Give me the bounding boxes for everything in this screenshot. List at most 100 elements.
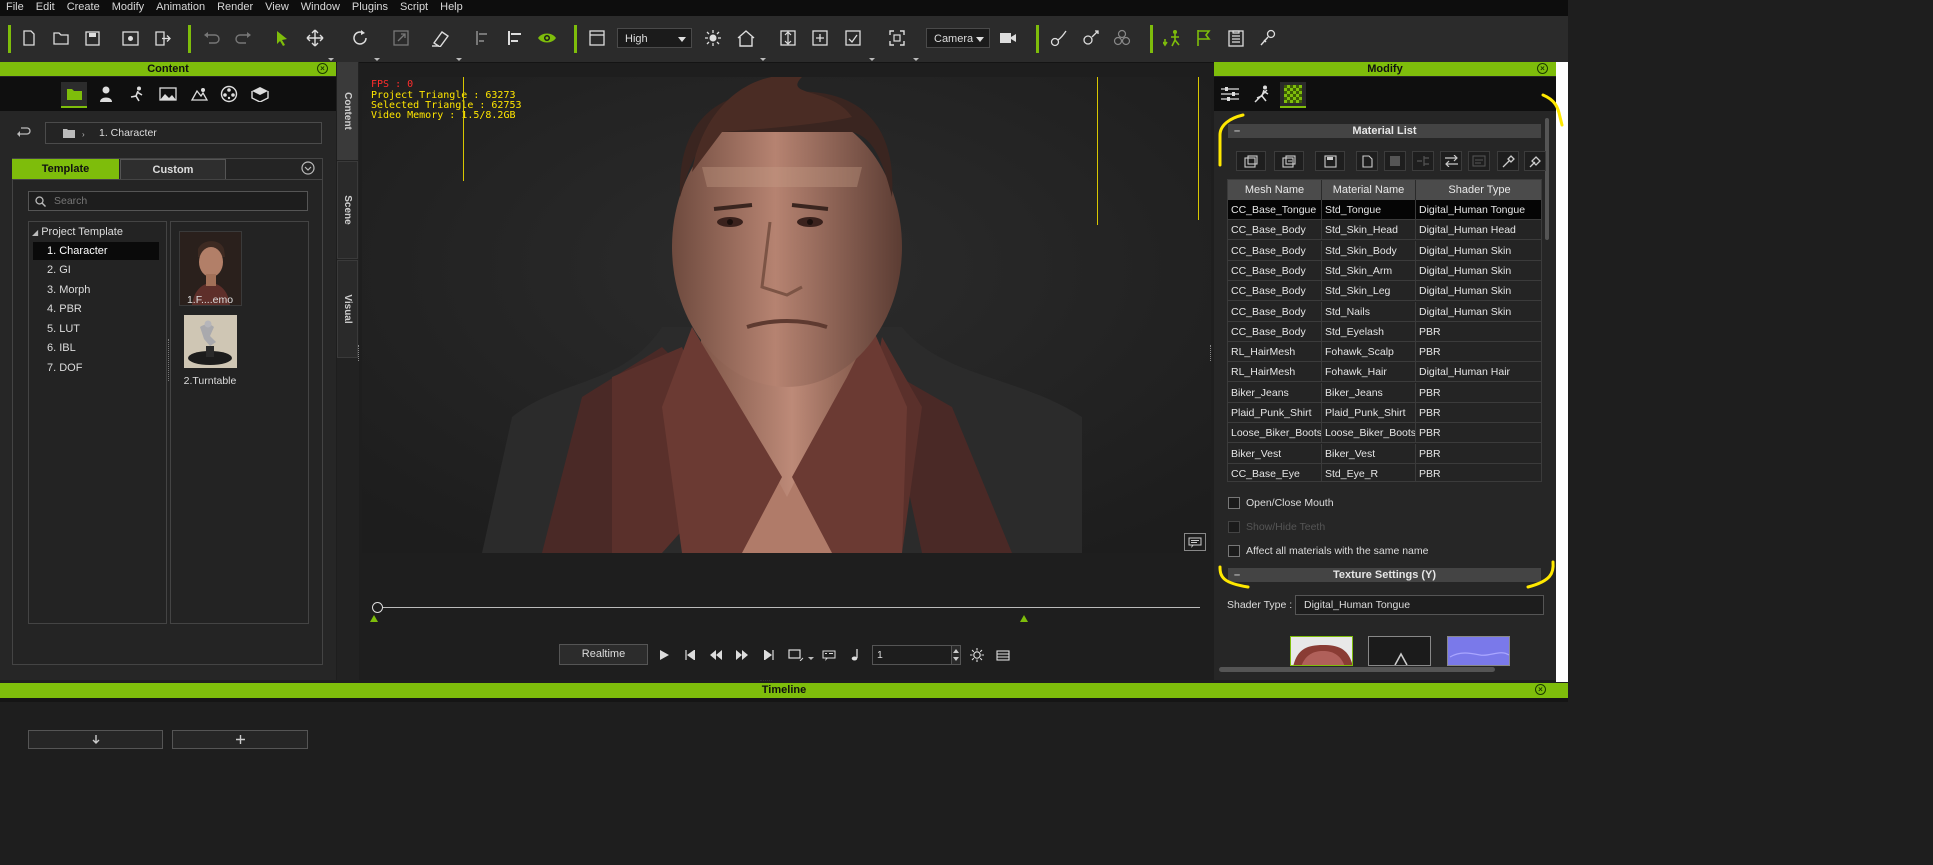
film-reel-icon[interactable]: [216, 82, 242, 106]
stage-icon[interactable]: [155, 82, 181, 106]
tree-item-dof[interactable]: 7. DOF: [47, 359, 157, 377]
frame-dropdown-caret[interactable]: [869, 58, 875, 61]
spheres-icon[interactable]: [1111, 27, 1133, 49]
new-file-icon[interactable]: [18, 27, 40, 49]
tree-item-lut[interactable]: 5. LUT: [47, 320, 157, 338]
timeline-header[interactable]: Timeline ×: [0, 680, 1568, 698]
save-icon[interactable]: [81, 27, 103, 49]
move-icon[interactable]: [304, 27, 326, 49]
tab-custom[interactable]: Custom: [120, 159, 226, 179]
flag-icon[interactable]: [1193, 27, 1215, 49]
tree-item-gi[interactable]: 2. GI: [47, 261, 157, 279]
viewport-splitter[interactable]: [358, 345, 361, 361]
frame-selected-icon[interactable]: [842, 27, 864, 49]
home-dropdown-caret[interactable]: [760, 58, 766, 61]
quality-dropdown[interactable]: High: [617, 28, 692, 48]
tree-item-morph[interactable]: 3. Morph: [47, 281, 157, 299]
menu-plugins[interactable]: Plugins: [346, 0, 394, 15]
opacity-texture-thumbnail[interactable]: [1368, 636, 1431, 666]
next-frame-icon[interactable]: [732, 646, 752, 664]
snap-dropdown-caret[interactable]: [456, 58, 462, 61]
motion-edit-icon[interactable]: [1080, 27, 1102, 49]
layout-icon[interactable]: [586, 27, 608, 49]
search-input[interactable]: Search: [28, 191, 308, 211]
time-slider-track[interactable]: [376, 607, 1200, 608]
normal-texture-thumbnail[interactable]: [1447, 636, 1510, 666]
frame-number-field[interactable]: 1: [872, 645, 952, 665]
music-note-icon[interactable]: [845, 646, 865, 664]
time-slider-handle[interactable]: [372, 602, 383, 613]
timeline-toggle-icon[interactable]: [993, 646, 1013, 664]
tab-scene[interactable]: Scene: [337, 161, 358, 259]
stepper-down-icon[interactable]: [953, 657, 959, 661]
settings-sun-icon[interactable]: [967, 646, 987, 664]
3d-viewport[interactable]: FPS : 0 Project Triangle : 63273 Selecte…: [362, 77, 1211, 553]
horizontal-scrollbar[interactable]: [1219, 667, 1495, 672]
timeline-grip[interactable]: [760, 680, 772, 683]
visibility-eye-icon[interactable]: [536, 27, 558, 49]
animation-pose-icon[interactable]: [124, 82, 150, 106]
preview-icon[interactable]: [119, 27, 141, 49]
tab-template[interactable]: Template: [12, 159, 119, 179]
collapse-triangle-icon[interactable]: ◢: [32, 228, 38, 237]
start-marker-icon[interactable]: [370, 615, 378, 622]
fit-all-icon[interactable]: [809, 27, 831, 49]
pose-character-icon[interactable]: [1162, 27, 1184, 49]
download-button[interactable]: [28, 730, 163, 749]
open-folder-icon[interactable]: [50, 27, 72, 49]
tab-content[interactable]: Content: [337, 62, 358, 160]
motion-path-icon[interactable]: [1048, 27, 1070, 49]
expand-circle-icon[interactable]: [301, 161, 315, 175]
zoom-dropdown-caret[interactable]: [913, 58, 919, 61]
redo-icon[interactable]: [232, 27, 254, 49]
frame-stepper[interactable]: [951, 645, 961, 665]
previous-frame-icon[interactable]: [706, 646, 726, 664]
close-icon[interactable]: ×: [1535, 684, 1546, 695]
close-icon[interactable]: ×: [1537, 63, 1548, 74]
menu-create[interactable]: Create: [61, 0, 106, 15]
subtitle-icon[interactable]: [819, 646, 839, 664]
package-box-icon[interactable]: [247, 82, 273, 106]
align-icon[interactable]: [472, 27, 494, 49]
close-icon[interactable]: ×: [317, 63, 328, 74]
menu-window[interactable]: Window: [295, 0, 346, 15]
loop-mode-icon[interactable]: [786, 646, 806, 664]
realtime-button[interactable]: Realtime: [559, 644, 648, 665]
menu-animation[interactable]: Animation: [150, 0, 211, 15]
export-icon[interactable]: [151, 27, 173, 49]
project-folder-icon[interactable]: [61, 82, 87, 108]
rotate-icon[interactable]: [349, 27, 371, 49]
physics-icon[interactable]: [1257, 27, 1279, 49]
menu-file[interactable]: File: [0, 0, 30, 15]
menu-edit[interactable]: Edit: [30, 0, 61, 15]
breadcrumb[interactable]: › 1. Character: [45, 122, 322, 144]
tree-item-character[interactable]: 1. Character: [33, 242, 159, 260]
skip-end-icon[interactable]: [759, 646, 779, 664]
menu-script[interactable]: Script: [394, 0, 434, 15]
turntable-thumbnail[interactable]: [184, 315, 237, 368]
zoom-extent-icon[interactable]: [886, 27, 908, 49]
play-icon[interactable]: [654, 646, 674, 664]
rotate-dropdown-caret[interactable]: [374, 58, 380, 61]
scene-props-icon[interactable]: [186, 82, 212, 106]
actor-icon[interactable]: [93, 82, 119, 106]
video-camera-icon[interactable]: [997, 27, 1019, 49]
menu-help[interactable]: Help: [434, 0, 469, 15]
comment-icon[interactable]: [1184, 533, 1206, 551]
menu-modify[interactable]: Modify: [106, 0, 150, 15]
undo-icon[interactable]: [201, 27, 223, 49]
tab-visual[interactable]: Visual: [337, 260, 358, 358]
back-arrow-icon[interactable]: [16, 126, 32, 138]
tree-root[interactable]: ◢ Project Template: [32, 226, 123, 238]
menu-view[interactable]: View: [259, 0, 295, 15]
tree-item-ibl[interactable]: 6. IBL: [47, 339, 157, 357]
end-marker-icon[interactable]: [1020, 615, 1028, 622]
loop-dropdown-caret[interactable]: [808, 657, 814, 660]
home-icon[interactable]: [735, 27, 757, 49]
light-sun-icon[interactable]: [702, 27, 724, 49]
tree-item-pbr[interactable]: 4. PBR: [47, 300, 157, 318]
fit-vertical-icon[interactable]: [777, 27, 799, 49]
diffuse-texture-thumbnail[interactable]: [1290, 636, 1353, 666]
add-button[interactable]: [172, 730, 308, 749]
stepper-up-icon[interactable]: [953, 649, 959, 653]
